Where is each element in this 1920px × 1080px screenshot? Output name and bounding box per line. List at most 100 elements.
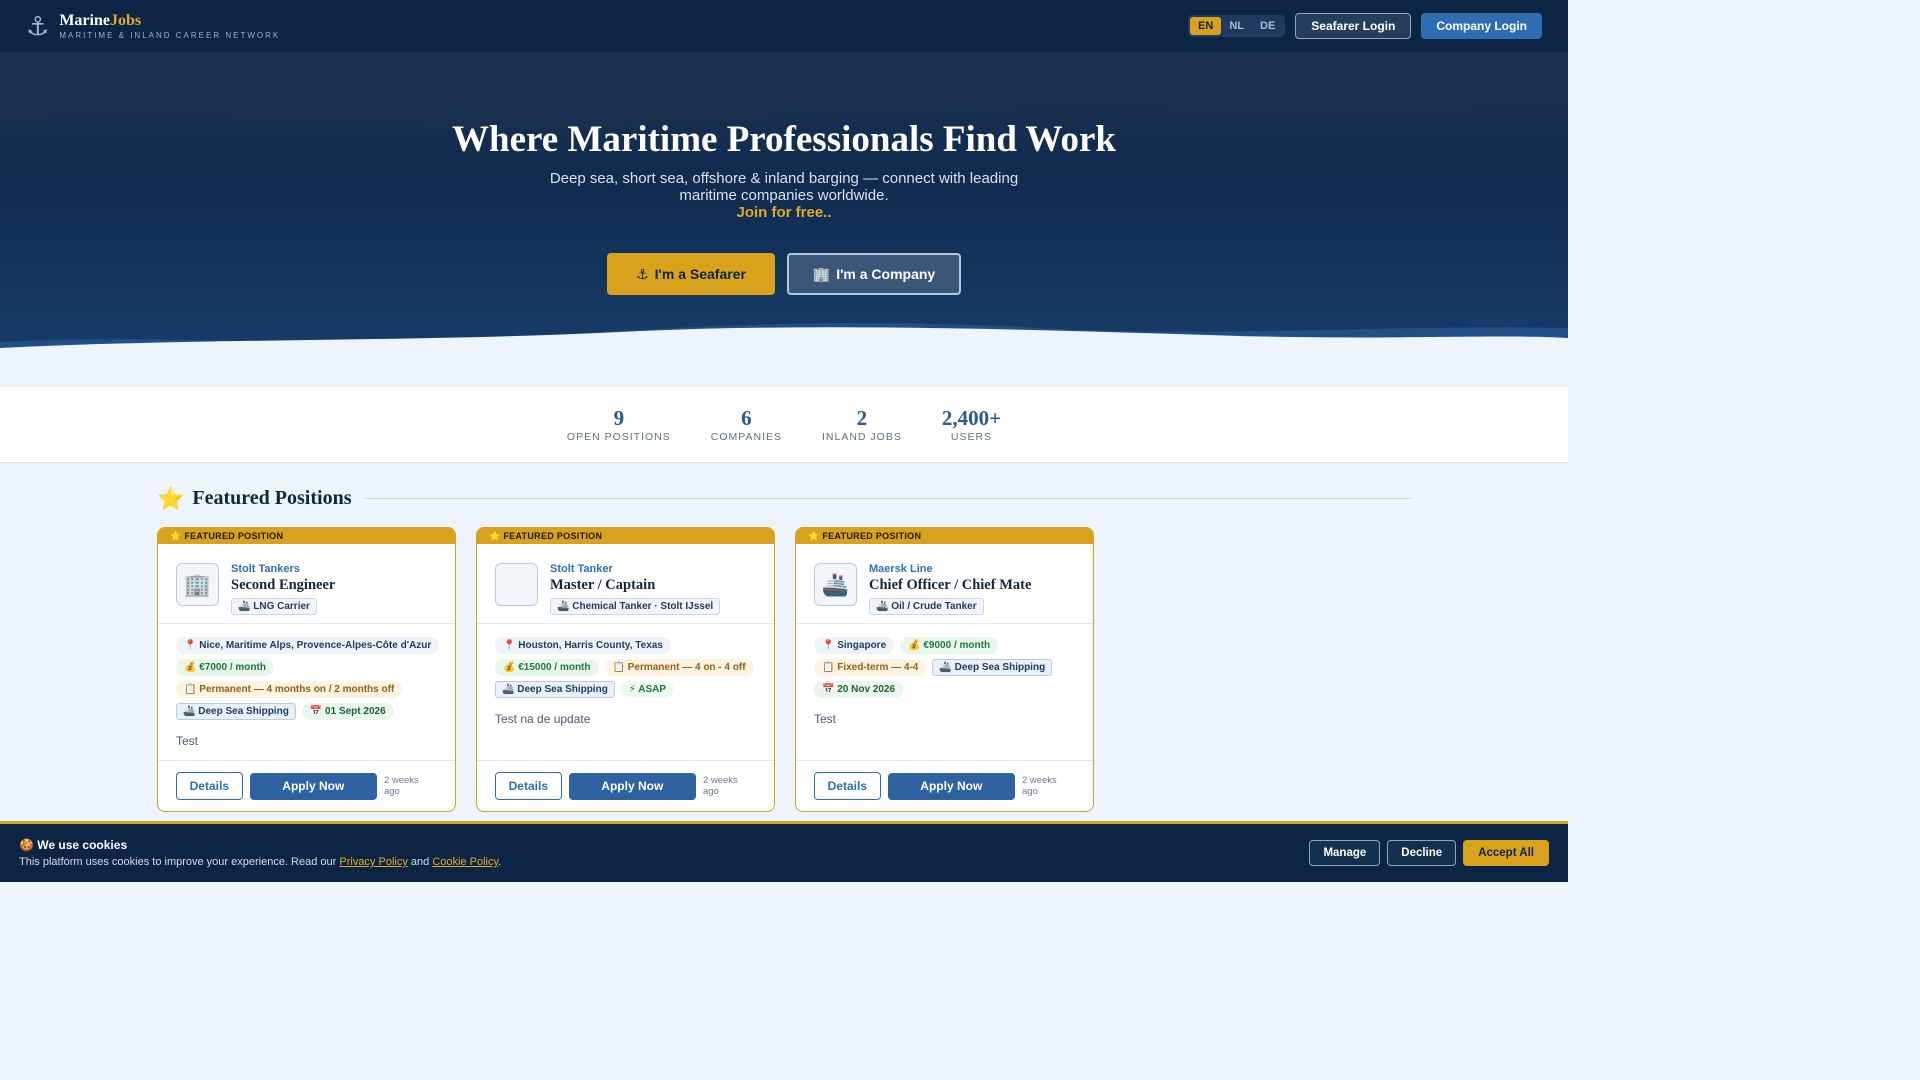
stat-label: USERS [950, 431, 993, 443]
star-icon: ⭐ [170, 531, 182, 541]
details-button[interactable]: Details [176, 772, 243, 800]
card-actions: Details Apply Now 2 weeks ago [158, 761, 455, 811]
pin-icon: 📍 [822, 640, 835, 651]
manage-cookies-button[interactable]: Manage [1309, 840, 1381, 866]
vessel-type-tag: 🚢 LNG Carrier [231, 598, 317, 615]
stat-open-positions: 9 OPEN POSITIONS [567, 407, 671, 462]
vessel-type-tag: 🚢 Oil / Crude Tanker [869, 598, 984, 615]
ship-icon: 🚢 [238, 601, 251, 612]
start-date-tag: 📅 01 Sept 2026 [301, 703, 394, 720]
privacy-policy-link[interactable]: Privacy Policy [339, 856, 407, 868]
stat-label: OPEN POSITIONS [566, 431, 671, 443]
company-signup-button[interactable]: 🏢 I'm a Company [787, 253, 961, 295]
location-tag: 📍 Nice, Maritime Alps, Provence-Alpes-Cô… [176, 637, 440, 654]
job-title[interactable]: Master / Captain [550, 577, 720, 594]
sector-label: Deep Sea Shipping [198, 706, 289, 717]
details-button[interactable]: Details [814, 772, 881, 800]
star-icon: ⭐ [489, 531, 501, 541]
start-date-label: 20 Nov 2026 [837, 684, 896, 695]
job-description: Test na de update [495, 712, 591, 726]
company-name[interactable]: Stolt Tankers [231, 563, 335, 575]
apply-now-button[interactable]: Apply Now [568, 772, 696, 800]
job-card[interactable]: ⭐ FEATURED POSITION Stolt Tanker Master … [476, 527, 775, 812]
cookie-actions: Manage Decline Accept All [1309, 840, 1549, 866]
building-icon: 🏢 [812, 265, 831, 282]
language-nl[interactable]: NL [1221, 17, 1252, 35]
cookie-policy-link[interactable]: Cookie Policy [432, 856, 498, 868]
job-tags: 📍 Houston, Harris County, Texas 💰 €15000… [495, 637, 756, 698]
money-bag-icon: 💰 [184, 662, 197, 673]
posted-time: 2 weeks ago [383, 775, 419, 797]
start-date-label: 01 Sept 2026 [325, 706, 386, 717]
site-logo[interactable]: ⚓ MarineJobs MARITIME & INLAND CAREER NE… [26, 12, 280, 40]
ribbon-label: FEATURED POSITION [822, 531, 922, 541]
seafarer-login-button[interactable]: Seafarer Login [1295, 13, 1412, 39]
card-header: 🚢 Maersk Line Chief Officer / Chief Mate… [796, 544, 1093, 624]
ship-icon: 🚢 [814, 563, 857, 606]
company-login-button[interactable]: Company Login [1421, 13, 1542, 39]
posted-time: 2 weeks ago [702, 775, 738, 797]
featured-cards: ⭐ FEATURED POSITION 🏢 Stolt Tankers Seco… [157, 527, 1094, 812]
brand-tagline: MARITIME & INLAND CAREER NETWORK [59, 31, 281, 40]
company-signup-label: I'm a Company [836, 266, 936, 282]
clipboard-icon: 📋 [184, 684, 197, 695]
language-en[interactable]: EN [1190, 17, 1222, 35]
ribbon-label: FEATURED POSITION [503, 531, 603, 541]
ship-icon: 🚢 [502, 684, 515, 695]
contract-tag: 📋 Fixed-term — 4-4 [814, 659, 927, 676]
location-label: Nice, Maritime Alps, Provence-Alpes-Côte… [199, 640, 432, 651]
card-details: 📍 Singapore 💰 €9000 / month 📋 Fixed-term… [796, 624, 1093, 761]
apply-now-button[interactable]: Apply Now [887, 772, 1015, 800]
pin-icon: 📍 [184, 640, 197, 651]
card-details: 📍 Houston, Harris County, Texas 💰 €15000… [477, 624, 774, 761]
calendar-icon: 📅 [822, 684, 835, 695]
stat-value: 9 [613, 406, 625, 430]
salary-label: €9000 / month [923, 640, 991, 651]
apply-now-button[interactable]: Apply Now [249, 772, 377, 800]
clipboard-icon: 📋 [612, 662, 625, 673]
accept-all-cookies-button[interactable]: Accept All [1463, 840, 1549, 866]
stat-value: 2 [856, 406, 868, 430]
divider [365, 498, 1411, 499]
brand-name-part2: Jobs [109, 12, 142, 29]
details-button[interactable]: Details [495, 772, 562, 800]
company-name[interactable]: Maersk Line [869, 563, 1031, 575]
vessel-type-label: Chemical Tanker · Stolt IJssel [572, 601, 714, 612]
job-card[interactable]: ⭐ FEATURED POSITION 🚢 Maersk Line Chief … [795, 527, 1094, 812]
cookie-title-label: We use cookies [37, 838, 128, 852]
stat-label: INLAND JOBS [822, 431, 902, 443]
vessel-type-tag: 🚢 Chemical Tanker · Stolt IJssel [550, 598, 721, 615]
cookie-title: 🍪 We use cookies [19, 838, 501, 852]
anchor-icon: ⚓ [26, 11, 50, 41]
contract-label: Fixed-term — 4-4 [837, 662, 919, 673]
star-icon: ⭐ [808, 531, 820, 541]
seafarer-signup-button[interactable]: ⚓ I'm a Seafarer [607, 253, 775, 295]
job-tags: 📍 Singapore 💰 €9000 / month 📋 Fixed-term… [814, 637, 1075, 698]
job-description: Test [814, 712, 837, 726]
ship-icon: 🚢 [183, 706, 196, 717]
posted-time: 2 weeks ago [1021, 775, 1057, 797]
language-switcher: EN NL DE [1188, 15, 1286, 37]
sector-tag: 🚢 Deep Sea Shipping [932, 659, 1053, 676]
card-header: 🏢 Stolt Tankers Second Engineer 🚢 LNG Ca… [158, 544, 455, 624]
hero-section: Where Maritime Professionals Find Work D… [0, 52, 1568, 388]
hero-join-text: Join for free.. [736, 204, 832, 221]
sector-label: Deep Sea Shipping [954, 662, 1046, 673]
card-actions: Details Apply Now 2 weeks ago [796, 761, 1093, 811]
company-name[interactable]: Stolt Tanker [550, 563, 720, 575]
money-bag-icon: 💰 [908, 640, 921, 651]
job-title[interactable]: Second Engineer [231, 577, 335, 594]
featured-ribbon: ⭐ FEATURED POSITION [796, 528, 1093, 544]
stat-companies: 6 COMPANIES [711, 407, 782, 462]
stat-users: 2,400+ USERS [942, 407, 1001, 462]
language-de[interactable]: DE [1252, 17, 1283, 35]
salary-label: €7000 / month [199, 662, 266, 673]
location-label: Singapore [837, 640, 887, 651]
lightning-icon: ⚡ [628, 684, 636, 695]
decline-cookies-button[interactable]: Decline [1387, 840, 1457, 866]
featured-ribbon: ⭐ FEATURED POSITION [477, 528, 774, 544]
salary-tag: 💰 €7000 / month [176, 659, 274, 676]
job-card[interactable]: ⭐ FEATURED POSITION 🏢 Stolt Tankers Seco… [157, 527, 456, 812]
money-bag-icon: 💰 [503, 662, 516, 673]
job-title[interactable]: Chief Officer / Chief Mate [869, 577, 1031, 594]
